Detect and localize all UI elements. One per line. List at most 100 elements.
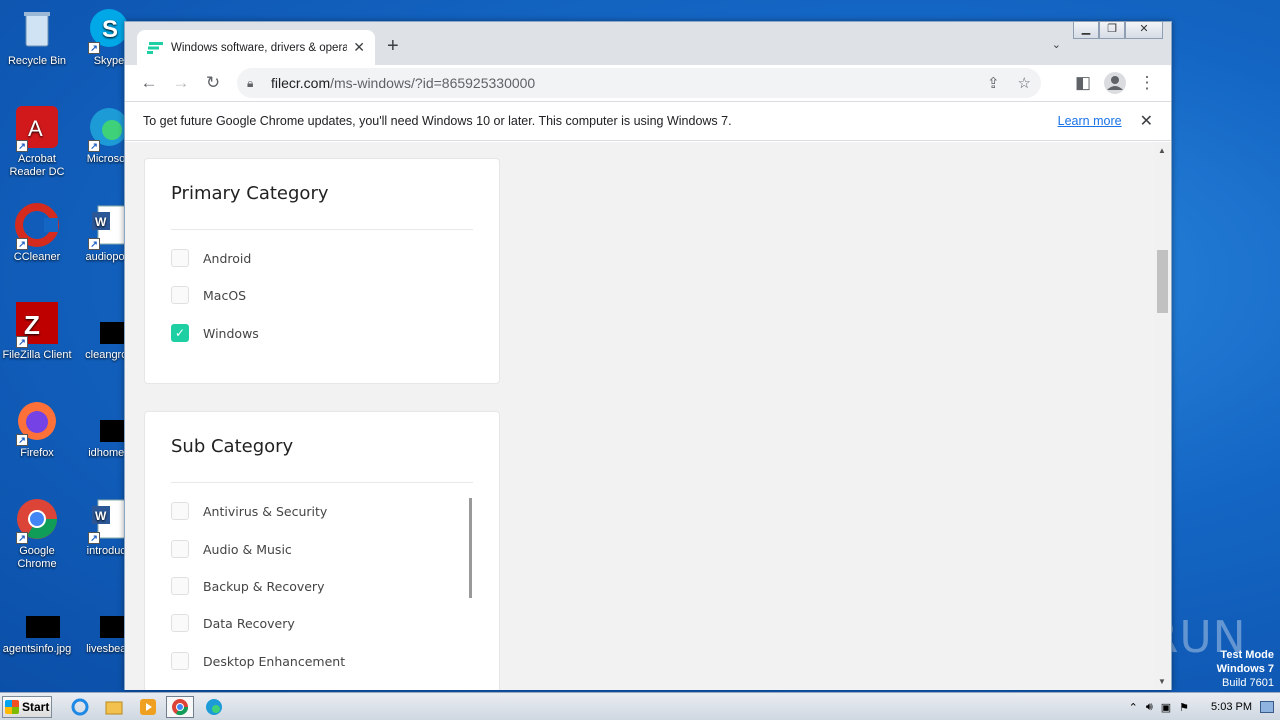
acrobat-icon: A ↗: [14, 104, 60, 152]
checkbox[interactable]: [171, 286, 189, 304]
new-tab-button[interactable]: +: [387, 35, 399, 58]
close-window-button[interactable]: ✕: [1125, 21, 1163, 39]
page-scrollbar[interactable]: ▲ ▼: [1154, 142, 1171, 690]
divider: [171, 229, 473, 230]
option-android[interactable]: Android: [171, 249, 251, 267]
file-thumbnail-icon: [14, 594, 60, 640]
browser-tab[interactable]: Windows software, drivers & operat ✕: [137, 30, 375, 65]
checkmark-icon: ✓: [174, 326, 186, 340]
windows-logo-icon: [5, 700, 19, 714]
chrome-icon: ↗: [14, 496, 60, 544]
desktop-icon-agentsinfo[interactable]: agentsinfo.jpg: [0, 594, 74, 656]
desktop-icon-google-chrome[interactable]: ↗ Google Chrome: [0, 496, 74, 571]
url-text: filecr.com/ms-windows/?id=865925330000: [271, 75, 535, 91]
share-icon[interactable]: ⇪: [987, 74, 1000, 92]
option-antivirus-security[interactable]: Antivirus & Security: [171, 502, 327, 520]
option-label: Data Recovery: [203, 615, 295, 631]
volume-icon[interactable]: 🔊︎: [1146, 701, 1153, 714]
desktop-icon-filezilla[interactable]: Z ↗ FileZilla Client: [0, 300, 74, 362]
svg-text:S: S: [102, 16, 118, 43]
desktop-icon-recycle-bin[interactable]: Recycle Bin: [0, 6, 74, 68]
option-audio-music[interactable]: Audio & Music: [171, 540, 292, 558]
infobar-close-icon[interactable]: ✕: [1140, 111, 1153, 131]
option-windows[interactable]: ✓ Windows: [171, 324, 259, 342]
test-mode-notice: Test Mode Windows 7 Build 7601: [1217, 648, 1274, 690]
url-path: /ms-windows/?id=865925330000: [330, 75, 536, 91]
taskbar: Start ⌃ 🔊︎ ▣ ⚑ 5:03 PM: [0, 692, 1280, 720]
checkbox[interactable]: [171, 652, 189, 670]
option-label: Android: [203, 250, 252, 266]
option-macos[interactable]: MacOS: [171, 286, 246, 304]
option-data-recovery[interactable]: Data Recovery: [171, 614, 295, 632]
network-icon[interactable]: ▣: [1161, 701, 1171, 714]
start-button[interactable]: Start: [2, 696, 52, 718]
lock-icon: 🔒︎: [247, 75, 254, 90]
tab-title: Windows software, drivers & operat: [171, 41, 347, 54]
restore-button[interactable]: ❐: [1099, 21, 1125, 39]
checkbox-checked[interactable]: ✓: [171, 324, 189, 342]
svg-text:A: A: [28, 116, 43, 141]
taskbar-chrome-icon[interactable]: [166, 696, 194, 718]
taskbar-ie-icon[interactable]: [66, 696, 94, 718]
filezilla-icon: Z ↗: [14, 300, 60, 348]
tab-close-icon[interactable]: ✕: [353, 39, 365, 56]
learn-more-link[interactable]: Learn more: [1058, 114, 1122, 128]
option-desktop-enhancement[interactable]: Desktop Enhancement: [171, 652, 345, 670]
show-desktop-icon[interactable]: [1260, 701, 1274, 713]
back-arrow-icon[interactable]: ←: [133, 67, 165, 99]
checkbox[interactable]: [171, 249, 189, 267]
ccleaner-icon: ↗: [14, 202, 60, 250]
card-title: Sub Category: [171, 436, 294, 457]
divider: [171, 482, 473, 483]
option-label: Desktop Enhancement: [203, 653, 346, 669]
menu-kebab-icon[interactable]: ⋮: [1131, 67, 1163, 99]
checkbox[interactable]: [171, 577, 189, 595]
option-backup-recovery[interactable]: Backup & Recovery: [171, 577, 324, 595]
bookmark-star-icon[interactable]: ☆: [1018, 74, 1031, 92]
svg-text:W: W: [95, 509, 107, 523]
scroll-down-icon[interactable]: ▼: [1158, 677, 1166, 686]
sub-category-card: Sub Category Antivirus & Security Audio …: [144, 411, 500, 690]
svg-text:W: W: [95, 215, 107, 229]
minimize-button[interactable]: ▁: [1073, 21, 1099, 39]
desktop-icon-firefox[interactable]: ↗ Firefox: [0, 398, 74, 460]
firefox-icon: ↗: [14, 398, 60, 446]
inner-scrollbar[interactable]: [469, 498, 472, 598]
page-content: Primary Category Android MacOS ✓ Windows…: [125, 142, 1155, 690]
desktop-icon-label: FileZilla Client: [2, 349, 72, 361]
taskbar-edge-icon[interactable]: [200, 696, 228, 718]
clock[interactable]: 5:03 PM: [1211, 701, 1252, 713]
primary-category-card: Primary Category Android MacOS ✓ Windows: [144, 158, 500, 384]
card-title: Primary Category: [171, 183, 329, 204]
forward-arrow-icon[interactable]: →: [165, 67, 197, 99]
desktop-icon-label: Skype: [93, 55, 125, 67]
profile-avatar-icon[interactable]: [1099, 67, 1131, 99]
scrollbar-thumb[interactable]: [1157, 250, 1168, 313]
tab-search-chevron-icon[interactable]: ⌄: [1052, 38, 1061, 51]
system-tray: ⌃ 🔊︎ ▣ ⚑ 5:03 PM: [1129, 693, 1280, 720]
action-center-flag-icon[interactable]: ⚑: [1179, 701, 1189, 714]
desktop-icon-label: Recycle Bin: [7, 55, 67, 67]
desktop-icon-label: agentsinfo.jpg: [2, 643, 72, 655]
recycle-bin-icon: [14, 6, 60, 52]
checkbox[interactable]: [171, 614, 189, 632]
taskbar-explorer-icon[interactable]: [100, 696, 128, 718]
option-label: Windows: [203, 325, 259, 341]
desktop-icon-acrobat[interactable]: A ↗ Acrobat Reader DC: [0, 104, 74, 179]
option-label: Backup & Recovery: [203, 578, 325, 594]
url-host: filecr.com: [271, 75, 331, 91]
update-infobar: To get future Google Chrome updates, you…: [125, 101, 1171, 141]
checkbox[interactable]: [171, 540, 189, 558]
reload-icon[interactable]: ↻: [197, 67, 229, 99]
checkbox[interactable]: [171, 502, 189, 520]
tray-expand-icon[interactable]: ⌃: [1129, 701, 1138, 714]
browser-toolbar: ← → ↻ 🔒︎ filecr.com/ms-windows/?id=86592…: [125, 65, 1171, 101]
scroll-up-icon[interactable]: ▲: [1158, 146, 1166, 155]
address-bar[interactable]: 🔒︎ filecr.com/ms-windows/?id=86592533000…: [237, 68, 1041, 98]
desktop-icon-label: Acrobat Reader DC: [9, 153, 65, 178]
side-panel-icon[interactable]: ◧: [1067, 67, 1099, 99]
omnibox-actions: ⇪ ☆: [987, 74, 1031, 92]
chrome-window: Windows software, drivers & operat ✕ + ⌄…: [124, 21, 1172, 690]
taskbar-media-player-icon[interactable]: [134, 696, 162, 718]
desktop-icon-ccleaner[interactable]: ↗ CCleaner: [0, 202, 74, 264]
